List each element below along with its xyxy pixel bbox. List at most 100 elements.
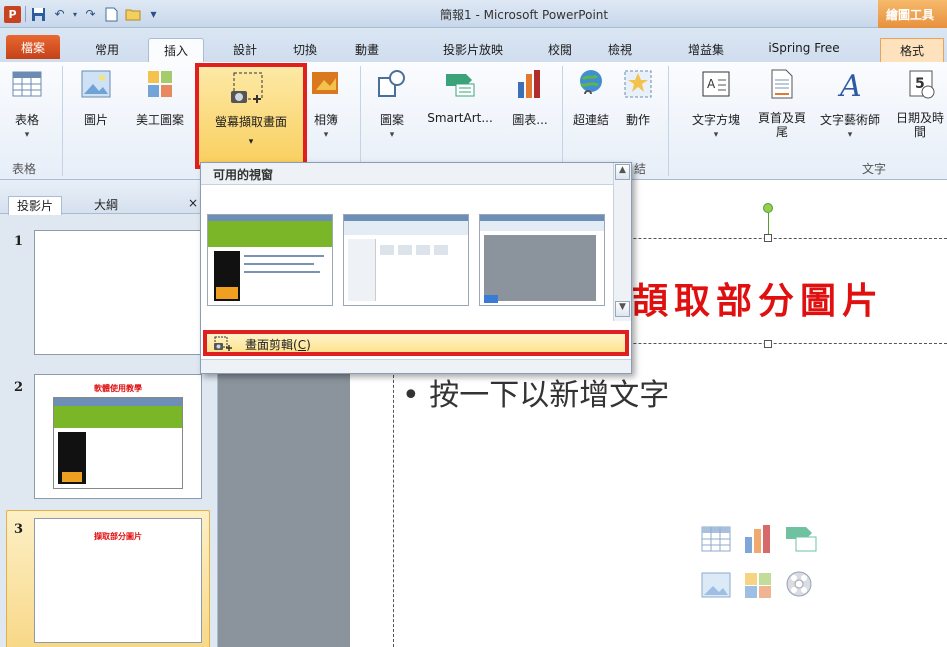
undo-icon[interactable]: ↶: [51, 6, 68, 23]
available-window-thumbnail-3[interactable]: [479, 214, 605, 306]
table-icon: [12, 71, 42, 97]
dropdown-resize-grip[interactable]: [201, 359, 631, 373]
available-window-thumbnail-2[interactable]: [343, 214, 469, 306]
title-bar: P ↶ ▾ ↷ ▾ 簡報1 - Microsoft PowerPoint 繪圖工…: [0, 0, 947, 28]
save-icon[interactable]: [30, 6, 47, 23]
slides-panel: 投影片 大綱 × 1 2 軟體使用教學 3 擷取部分圖片: [0, 180, 218, 647]
textbox-dropdown-icon: ▾: [713, 130, 719, 140]
available-windows-header: 可用的視窗: [201, 163, 631, 185]
scroll-down-icon[interactable]: ▼: [615, 301, 630, 317]
slide-thumbnail-2[interactable]: 軟體使用教學: [34, 374, 202, 499]
picture-button[interactable]: 圖片: [78, 68, 114, 128]
tab-addins[interactable]: 增益集: [676, 38, 736, 62]
slide-number-2: 2: [14, 380, 24, 395]
action-button[interactable]: 動作: [620, 68, 656, 128]
hyperlink-icon: [580, 70, 602, 95]
picture-icon: [81, 70, 111, 98]
tab-ispring[interactable]: iSpring Free: [760, 38, 848, 62]
scroll-up-icon[interactable]: ▲: [615, 164, 630, 180]
content-placeholder-text[interactable]: • 按一下以新增文字: [402, 370, 669, 414]
chart-button[interactable]: 圖表...: [505, 68, 555, 128]
group-label-text: 文字: [862, 162, 887, 176]
slide-number-3: 3: [14, 522, 24, 537]
tab-view[interactable]: 檢視: [600, 38, 640, 62]
smartart-button[interactable]: SmartArt...: [420, 68, 500, 125]
insert-picture-icon[interactable]: [700, 571, 732, 599]
header-footer-button[interactable]: 頁首及頁尾: [758, 68, 806, 139]
insert-table-icon[interactable]: [700, 525, 732, 553]
screenshot-dropdown-icon: ▾: [248, 137, 254, 147]
drawing-tools-context-title: 繪圖工具: [878, 0, 947, 28]
group-label-table: 表格: [12, 162, 37, 176]
powerpoint-logo-icon[interactable]: P: [4, 5, 21, 23]
qat-undo-dropdown-icon[interactable]: ▾: [72, 6, 78, 23]
insert-content-icons: [700, 525, 840, 615]
datetime-label: 日期及時間: [895, 111, 944, 139]
powerpoint-window: P ↶ ▾ ↷ ▾ 簡報1 - Microsoft PowerPoint 繪圖工…: [0, 0, 947, 647]
slide-thumbnail-1[interactable]: [34, 230, 202, 355]
shapes-dropdown-icon: ▾: [389, 130, 395, 140]
tab-slides[interactable]: 投影片: [8, 196, 63, 215]
available-window-thumbnail-1[interactable]: [207, 214, 333, 306]
wordart-label: 文字藝術師: [819, 113, 880, 127]
rotation-handle[interactable]: [763, 203, 773, 213]
chart-icon: [518, 70, 540, 98]
dropdown-scrollbar[interactable]: ▲ ▼: [613, 163, 631, 321]
tab-insert[interactable]: 插入: [148, 38, 204, 62]
redo-icon[interactable]: ↷: [82, 6, 99, 23]
window-title: 簡報1 - Microsoft PowerPoint: [440, 8, 609, 22]
slide-number-1: 1: [14, 234, 24, 249]
clipart-icon: [148, 71, 172, 97]
customize-qat-icon[interactable]: ▾: [145, 6, 162, 23]
tab-slideshow[interactable]: 投影片放映: [428, 38, 518, 62]
panel-tabs: 投影片 大綱 ×: [0, 180, 218, 215]
wordart-dropdown-icon: ▾: [847, 130, 853, 140]
tab-transitions[interactable]: 切換: [278, 38, 332, 62]
clipart-label: 美工圖案: [135, 113, 184, 127]
screen-clipping-menu-item[interactable]: 畫面剪輯(C): [203, 330, 629, 356]
screen-clipping-icon: [214, 336, 232, 351]
svg-text:A: A: [837, 69, 862, 100]
quick-access-toolbar: P ↶ ▾ ↷ ▾: [4, 4, 162, 24]
photo-album-dropdown-icon: ▾: [323, 130, 329, 140]
table-label: 表格: [14, 113, 39, 127]
textbox-button[interactable]: A 文字方塊 ▾: [682, 68, 750, 140]
tab-file[interactable]: 檔案: [6, 35, 60, 59]
insert-media-icon[interactable]: [784, 569, 816, 601]
group-separator: [668, 66, 669, 176]
tab-outline[interactable]: 大綱: [86, 196, 126, 215]
group-separator: [62, 66, 63, 176]
resize-handle-top[interactable]: [764, 234, 772, 242]
tab-home[interactable]: 常用: [80, 38, 134, 62]
textbox-label: 文字方塊: [691, 113, 740, 127]
tab-review[interactable]: 校閱: [540, 38, 580, 62]
tab-design[interactable]: 設計: [220, 38, 270, 62]
group-separator: [562, 66, 563, 176]
shapes-label: 圖案: [379, 113, 404, 127]
table-button[interactable]: 表格 ▾: [10, 68, 44, 140]
resize-handle-bottom[interactable]: [764, 340, 772, 348]
slide-title[interactable]: 頡取部分圖片: [632, 272, 884, 324]
insert-chart-icon[interactable]: [742, 525, 774, 553]
wordart-button[interactable]: A 文字藝術師 ▾: [816, 68, 884, 140]
smartart-icon: [446, 74, 475, 97]
qat-separator: [25, 6, 26, 22]
insert-smartart-icon[interactable]: [784, 525, 818, 553]
shapes-button[interactable]: 圖案 ▾: [374, 68, 410, 140]
open-folder-icon[interactable]: [124, 6, 141, 23]
screenshot-button[interactable]: 螢幕擷取畫面 ▾: [195, 63, 307, 169]
datetime-button[interactable]: 5 日期及時間: [893, 68, 947, 139]
tab-animations[interactable]: 動畫: [340, 38, 394, 62]
hyperlink-button[interactable]: 超連結: [570, 68, 612, 128]
photo-album-button[interactable]: 相簿 ▾: [308, 68, 344, 140]
header-footer-icon: [771, 69, 793, 99]
slide-thumbnail-3[interactable]: 擷取部分圖片: [34, 518, 202, 643]
tab-format[interactable]: 格式: [880, 38, 944, 62]
screenshot-preview-image: [53, 397, 183, 489]
table-dropdown-icon: ▾: [24, 130, 30, 140]
screenshot-icon: [231, 72, 263, 103]
clipart-button[interactable]: 美工圖案: [130, 68, 190, 128]
new-file-icon[interactable]: [103, 6, 120, 23]
wordart-icon: A: [837, 69, 862, 104]
insert-clipart-icon[interactable]: [742, 571, 774, 599]
